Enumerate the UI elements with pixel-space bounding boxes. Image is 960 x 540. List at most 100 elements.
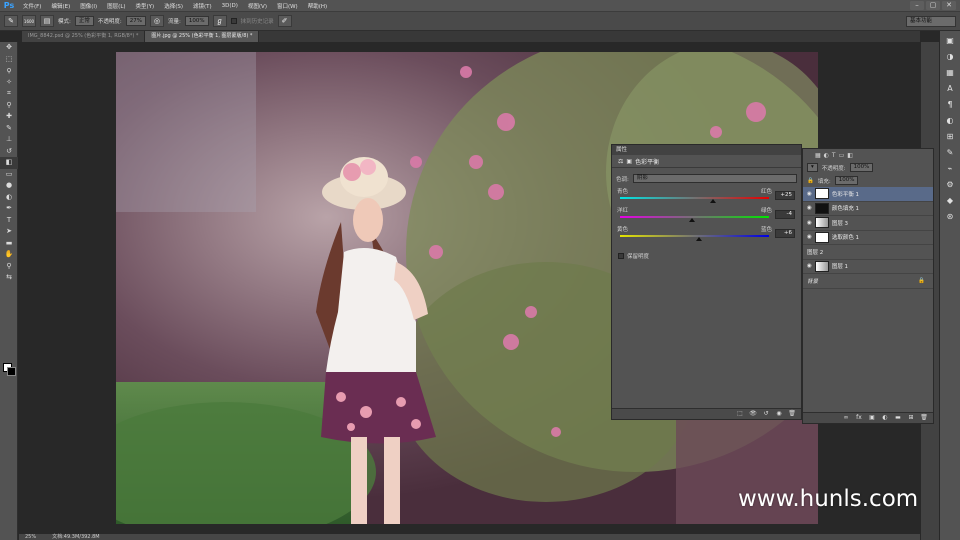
magenta-green-thumb[interactable]: [688, 218, 695, 222]
eye-icon[interactable]: ◉: [807, 191, 812, 197]
layer-row[interactable]: ◉ 色彩平衡 1: [803, 187, 933, 202]
default-colors-icon[interactable]: ⇆: [0, 272, 18, 284]
zoom-tool-icon[interactable]: ⚲: [0, 261, 18, 273]
menu-image[interactable]: 图像(I): [75, 2, 102, 10]
menu-file[interactable]: 文件(F): [18, 2, 46, 10]
eye-icon[interactable]: ◉: [807, 263, 812, 269]
lock-icon[interactable]: 🔒: [807, 178, 814, 184]
close-button[interactable]: ✕: [942, 1, 956, 10]
add-mask-icon[interactable]: ▣: [867, 414, 877, 422]
brush-size-picker[interactable]: 1600: [22, 15, 36, 27]
menu-help[interactable]: 帮助(H): [303, 2, 332, 10]
layer-row[interactable]: 图层 2: [803, 245, 933, 260]
layer-opacity-input[interactable]: 100%: [849, 163, 874, 172]
mode-select[interactable]: 正常: [74, 16, 94, 26]
doc-tab-jpg[interactable]: 图片.jpg @ 25% (色彩平衡 1, 图层蒙版/8) *: [145, 31, 260, 42]
new-adjustment-icon[interactable]: ◐: [880, 414, 890, 422]
gradient-tool-icon[interactable]: ▭: [0, 169, 18, 181]
menu-window[interactable]: 窗口(W): [272, 2, 303, 10]
tone-select[interactable]: 阴影: [632, 174, 797, 183]
pen-tool-icon[interactable]: ✒: [0, 203, 18, 215]
styles-panel-icon[interactable]: ⊞: [943, 130, 957, 143]
filter-smart-icon[interactable]: ◧: [847, 152, 853, 159]
blend-mode-select[interactable]: ▾: [807, 163, 818, 172]
filter-shape-icon[interactable]: ▭: [839, 152, 845, 159]
history-brush-tool-icon[interactable]: ↺: [0, 146, 18, 158]
menu-layer[interactable]: 图层(L): [102, 2, 130, 10]
menu-select[interactable]: 选择(S): [159, 2, 188, 10]
doc-tab-psd[interactable]: IMG_8842.psd @ 25% (色彩平衡 1, RGB/8*) *: [22, 31, 146, 42]
menu-type[interactable]: 类型(Y): [131, 2, 160, 10]
opacity-input[interactable]: 27%: [125, 16, 146, 26]
pressure-opacity-icon[interactable]: ◎: [149, 15, 164, 27]
visibility-icon[interactable]: ◉: [774, 410, 784, 418]
layer-row[interactable]: ◉ 图层 1: [803, 260, 933, 274]
eraser-tool-icon[interactable]: ✎: [4, 15, 18, 27]
brush-presets-icon[interactable]: ✎: [943, 146, 957, 159]
magenta-green-value[interactable]: -4: [775, 210, 795, 219]
blur-tool-icon[interactable]: ●: [0, 180, 18, 192]
brush-tool-icon[interactable]: ✎: [0, 123, 18, 135]
marquee-tool-icon[interactable]: ⬚: [0, 54, 18, 66]
adjustments-panel-icon[interactable]: ◐: [943, 114, 957, 127]
filter-adjust-icon[interactable]: ◐: [824, 152, 829, 159]
eye-icon[interactable]: ◉: [807, 234, 812, 240]
brush-panel-icon[interactable]: ▤: [40, 15, 54, 27]
workspace-select[interactable]: 基本功能: [906, 16, 956, 27]
eraser-tool-icon[interactable]: ◧: [0, 157, 18, 169]
layer-row[interactable]: 背景 🔒: [803, 274, 933, 289]
link-layers-icon[interactable]: ∞: [841, 414, 851, 422]
eyedropper-tool-icon[interactable]: ⚲: [0, 100, 18, 112]
move-tool-icon[interactable]: ✥: [0, 42, 18, 54]
lasso-tool-icon[interactable]: ϙ: [0, 65, 18, 77]
cyan-red-value[interactable]: +25: [775, 191, 795, 200]
paragraph-panel-icon[interactable]: ¶: [943, 98, 957, 111]
airbrush-icon[interactable]: ℊ: [212, 15, 227, 27]
layers-panel-icon[interactable]: ◆: [943, 194, 957, 207]
erase-to-history-checkbox[interactable]: [230, 18, 237, 24]
paths-panel-icon[interactable]: ⌁: [943, 162, 957, 175]
view-previous-icon[interactable]: 👁: [748, 410, 758, 418]
preserve-luminosity-checkbox[interactable]: [618, 253, 624, 259]
channels-panel-icon[interactable]: ⊛: [943, 210, 957, 223]
character-panel-icon[interactable]: A: [943, 82, 957, 95]
hand-tool-icon[interactable]: ✋: [0, 249, 18, 261]
dodge-tool-icon[interactable]: ◐: [0, 192, 18, 204]
clone-stamp-tool-icon[interactable]: ⊥: [0, 134, 18, 146]
eye-icon[interactable]: ◉: [807, 205, 812, 211]
yellow-blue-value[interactable]: +6: [775, 229, 795, 238]
yellow-blue-track[interactable]: [620, 235, 769, 237]
filter-pixel-icon[interactable]: ▦: [815, 152, 821, 159]
properties-panel-icon[interactable]: ⚙: [943, 178, 957, 191]
type-tool-icon[interactable]: T: [0, 215, 18, 227]
menu-filter[interactable]: 滤镜(T): [188, 2, 217, 10]
filter-type-icon[interactable]: T: [832, 152, 836, 159]
menu-edit[interactable]: 编辑(E): [46, 2, 75, 10]
healing-tool-icon[interactable]: ✚: [0, 111, 18, 123]
new-layer-icon[interactable]: ⊞: [906, 414, 916, 422]
mask-icon[interactable]: ▣: [626, 158, 632, 165]
cyan-red-track[interactable]: [620, 197, 769, 199]
delete-icon[interactable]: 🗑: [787, 410, 797, 418]
path-select-tool-icon[interactable]: ➤: [0, 226, 18, 238]
new-group-icon[interactable]: ▬: [893, 414, 903, 422]
maximize-button[interactable]: ▢: [926, 1, 940, 10]
eye-icon[interactable]: ◉: [807, 220, 812, 226]
shape-tool-icon[interactable]: ▬: [0, 238, 18, 250]
menu-3d[interactable]: 3D(D): [217, 3, 243, 9]
delete-layer-icon[interactable]: 🗑: [919, 414, 929, 422]
background-color-swatch[interactable]: [7, 367, 16, 376]
flow-input[interactable]: 100%: [184, 16, 209, 26]
reset-icon[interactable]: ↺: [761, 410, 771, 418]
menu-view[interactable]: 视图(V): [243, 2, 272, 10]
quick-select-tool-icon[interactable]: ✧: [0, 77, 18, 89]
history-panel-icon[interactable]: ▣: [943, 34, 957, 47]
swatches-panel-icon[interactable]: ▦: [943, 66, 957, 79]
properties-header[interactable]: 属性: [612, 145, 801, 155]
layer-row[interactable]: ◉ 图层 3: [803, 216, 933, 231]
color-panel-icon[interactable]: ◑: [943, 50, 957, 63]
layer-style-icon[interactable]: fx: [854, 414, 864, 422]
layer-row[interactable]: ◉ 颜色填充 1: [803, 202, 933, 216]
minimize-button[interactable]: –: [910, 1, 924, 10]
clip-to-layer-icon[interactable]: ⬚: [735, 410, 745, 418]
